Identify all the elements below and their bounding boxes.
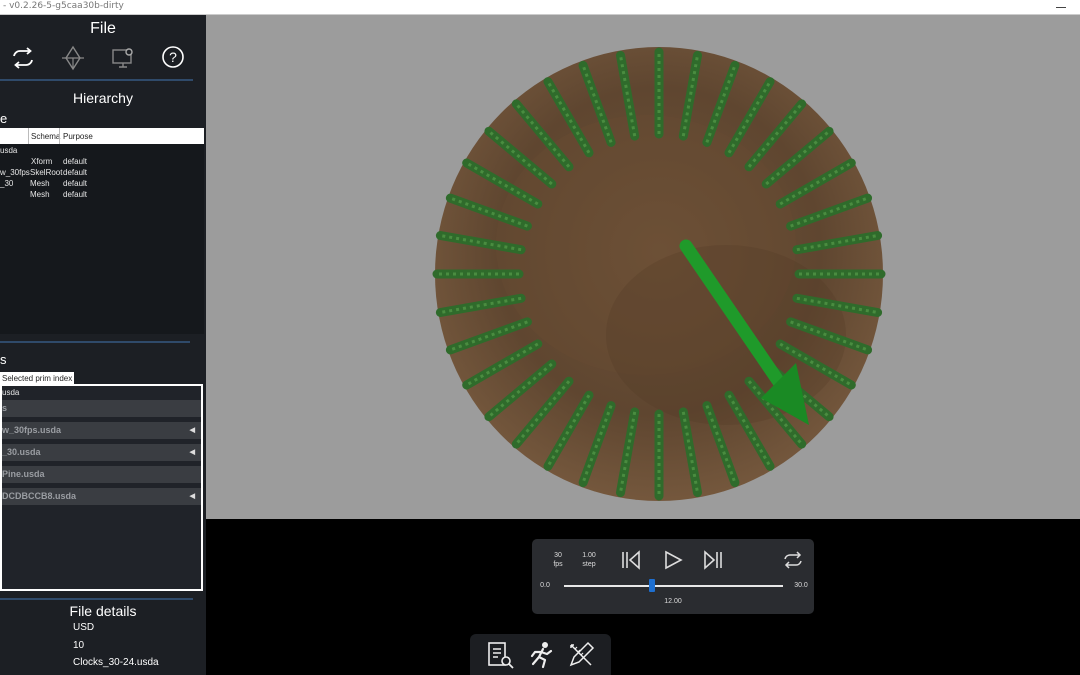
divider [0,341,190,343]
play-icon[interactable] [662,549,684,571]
table-row[interactable]: usda [0,145,204,156]
stage-section-label: e [0,111,8,126]
animation-run-icon[interactable] [526,640,556,670]
step-value[interactable]: 1.00 [578,552,600,559]
column-schema[interactable]: Schema [31,132,60,141]
list-item[interactable]: w_30fps.usda ◀ [2,422,201,439]
collapse-arrow-icon[interactable]: ◀ [190,422,195,439]
step-forward-icon[interactable] [702,549,724,571]
list-item[interactable]: s [2,400,201,417]
help-icon[interactable]: ? [158,43,188,73]
bottom-toolbar [470,634,611,675]
hierarchy-title: Hierarchy [73,90,133,106]
list-item[interactable]: Pine.usda [2,466,201,483]
fps-label: fps [553,561,563,568]
hierarchy-header: Schema Purpose [0,128,204,144]
collapse-arrow-icon[interactable]: ◀ [190,488,195,505]
file-panel-title: File [90,20,116,37]
list-item[interactable]: DCDBCCB8.usda ◀ [2,488,201,505]
step-back-icon[interactable] [620,549,642,571]
layers-section-label: s [0,352,7,367]
table-row[interactable]: Xform default [0,156,204,167]
step-label: step [582,561,596,568]
table-row[interactable]: _30 Mesh default [0,178,204,189]
hierarchy-tree[interactable]: Schema Purpose usda Xform default w_30fp… [0,128,204,334]
layer-stack-list: usda s w_30fps.usda ◀ _30.usda ◀ Pine.us… [0,384,203,591]
loop-icon[interactable] [782,550,804,570]
table-row[interactable]: w_30fps SkelRoot default [0,167,204,178]
file-detail-value: USD [73,622,95,633]
refresh-icon[interactable] [8,43,38,73]
file-toolbar: ? [0,43,206,73]
fps-value[interactable]: 30 [548,552,568,559]
timeline-panel: 30 fps 1.00 step 0.0 30.0 12.00 [532,539,814,614]
title-bar: - v0.2.26-5-g5caa30b-dirty [0,0,1080,15]
file-details-title: File details [69,603,137,619]
current-frame-label: 12.00 [664,598,682,605]
window-title: - v0.2.26-5-g5caa30b-dirty [3,1,124,11]
file-detail-value: 10 [73,640,85,651]
divider [0,79,193,81]
table-row[interactable]: Mesh default [0,189,204,200]
divider [0,598,193,600]
timeline-slider[interactable] [564,585,783,587]
clock-scene [432,47,886,501]
collapse-arrow-icon[interactable]: ◀ [190,444,195,461]
timeline-end-label: 30.0 [794,582,808,589]
list-item[interactable]: usda [2,388,19,397]
file-detail-value: Clocks_30-24.usda [73,657,159,668]
timeline-start-label: 0.0 [540,582,550,589]
edit-tools-icon[interactable] [566,640,596,670]
svg-text:?: ? [169,49,177,65]
column-purpose[interactable]: Purpose [63,132,93,141]
timeline-slider-handle[interactable] [648,579,655,592]
list-item[interactable]: _30.usda ◀ [2,444,201,461]
sidebar: File ? Hierarchy e Schema Purpose usda X… [0,15,206,675]
3d-viewport[interactable] [206,15,1080,519]
monitor-settings-icon[interactable] [108,43,138,73]
pen-tool-icon[interactable] [58,43,88,73]
inspect-document-icon[interactable] [485,640,515,670]
minimize-button[interactable] [1056,7,1066,8]
